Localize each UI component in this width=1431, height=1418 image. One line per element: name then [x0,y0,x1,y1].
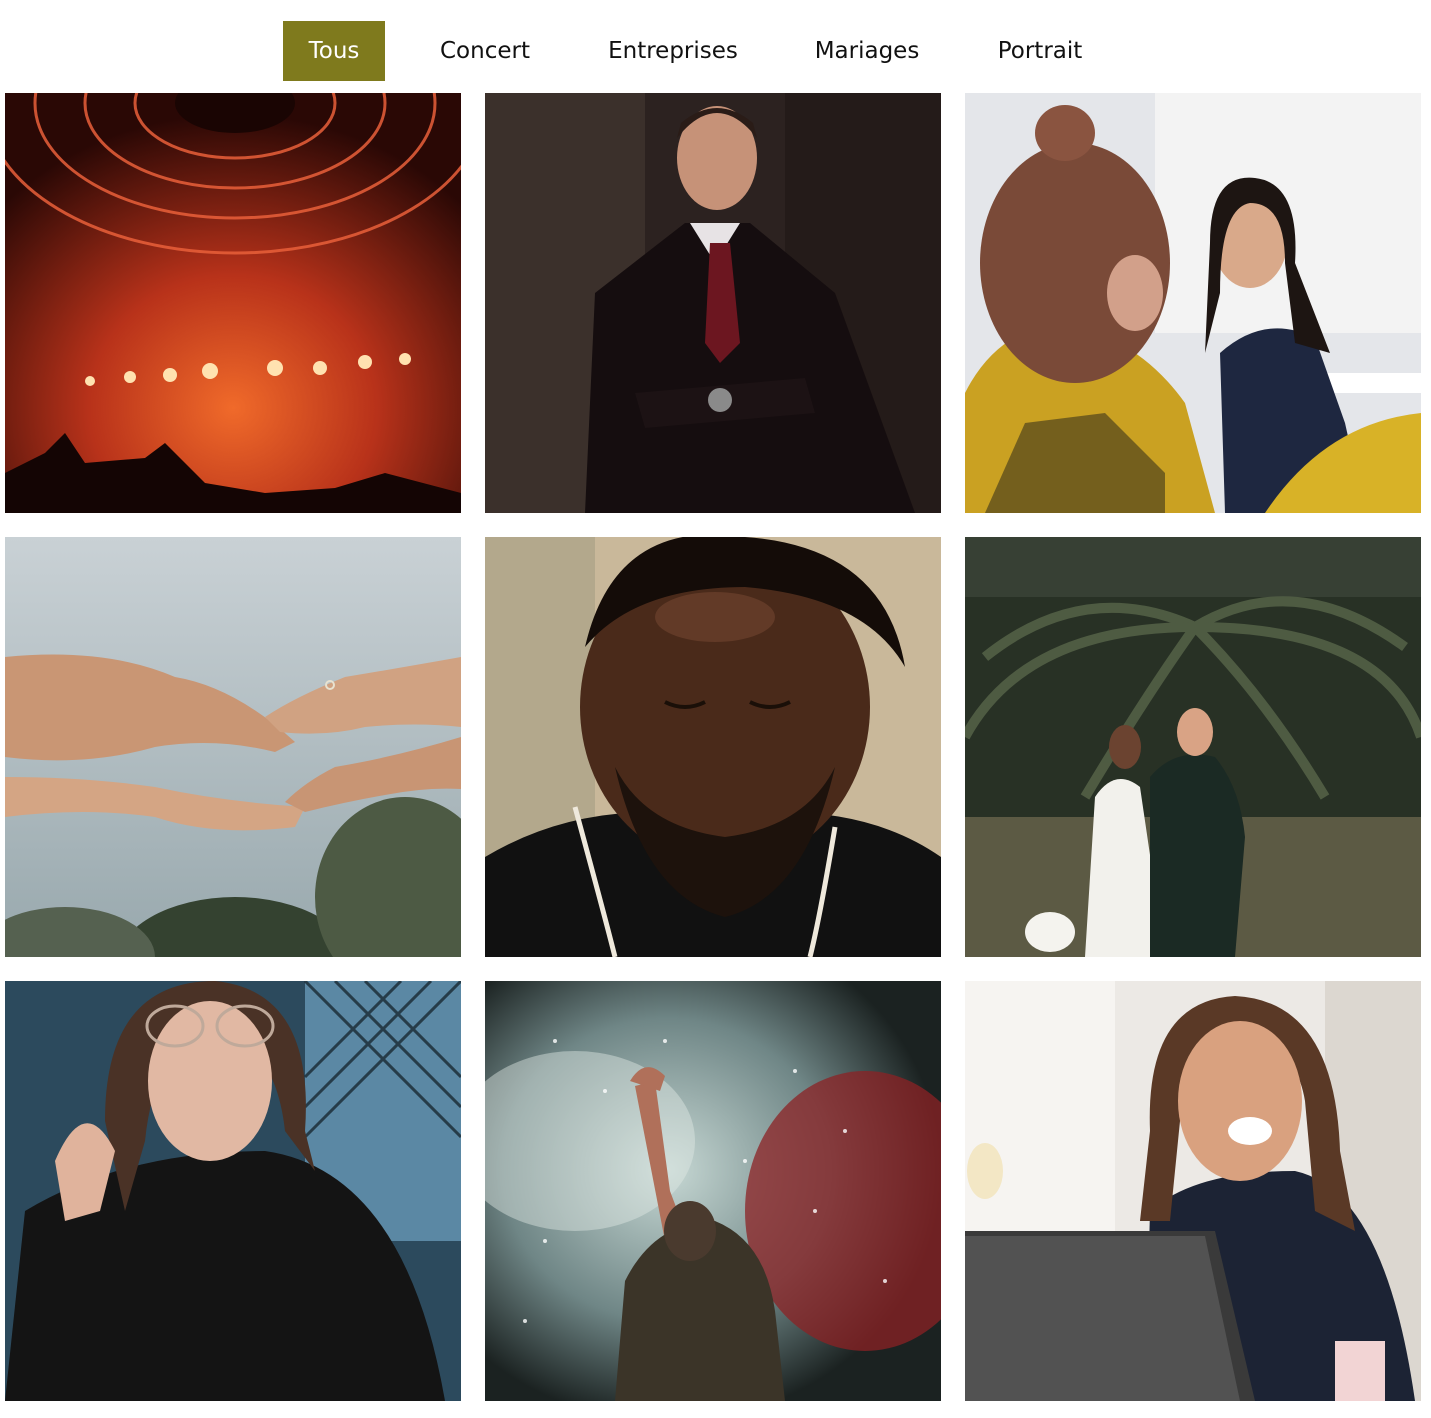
filter-concert[interactable]: Concert [420,21,550,81]
filter-bar: Tous Concert Entreprises Mariages Portra… [0,21,1431,81]
filter-portrait[interactable]: Portrait [978,21,1102,81]
gallery-item-office-meeting[interactable] [965,93,1421,513]
gallery-item-laughing-woman[interactable] [965,981,1421,1401]
wedding-couple-photo [965,537,1421,957]
concert-photo [5,93,461,513]
filter-entreprises[interactable]: Entreprises [590,21,756,81]
gallery-item-performer-smoke[interactable] [485,981,941,1401]
gallery-item-woman-glasses[interactable] [5,981,461,1401]
gallery-item-bearded-man[interactable] [485,537,941,957]
portrait-photo [5,981,461,1401]
business-portrait-photo [485,93,941,513]
gallery-item-business-man[interactable] [485,93,941,513]
concert-photo [485,981,941,1401]
filter-tous[interactable]: Tous [283,21,385,81]
office-meeting-photo [965,93,1421,513]
wedding-hands-photo [5,537,461,957]
gallery-item-wedding-couple[interactable] [965,537,1421,957]
office-photo [965,981,1421,1401]
portrait-photo [485,537,941,957]
filter-mariages[interactable]: Mariages [796,21,938,81]
gallery-item-concert-stage[interactable] [5,93,461,513]
gallery-item-hands[interactable] [5,537,461,957]
